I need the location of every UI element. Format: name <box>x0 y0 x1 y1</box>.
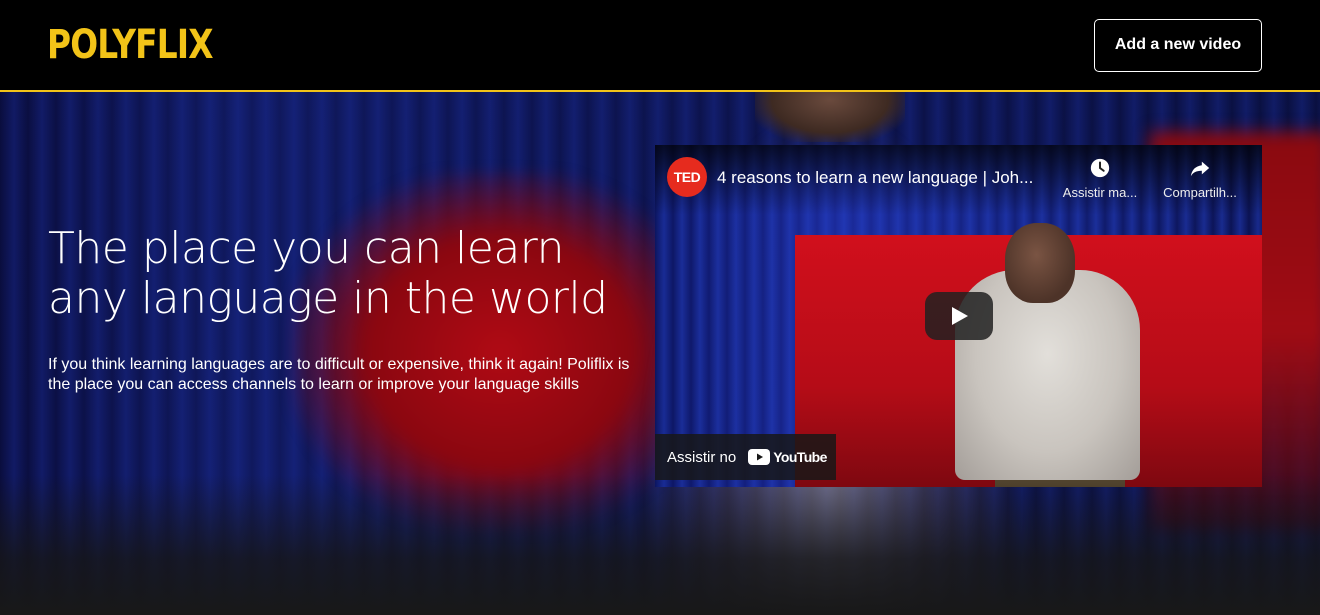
watch-on-youtube-button[interactable]: Assistir no YouTube <box>655 434 836 480</box>
play-button[interactable] <box>925 292 993 340</box>
youtube-play-icon <box>748 449 771 465</box>
share-button[interactable]: Compartilh... <box>1155 157 1245 200</box>
watch-later-button[interactable]: Assistir ma... <box>1055 157 1145 200</box>
video-title[interactable]: 4 reasons to learn a new language | Joh.… <box>717 168 1047 188</box>
play-icon <box>952 307 968 325</box>
hero-bottom-fade <box>0 475 1320 615</box>
hero-description: If you think learning languages are to d… <box>48 356 630 393</box>
clock-icon <box>1090 158 1110 178</box>
polyflix-logo[interactable]: POLYFLIX <box>47 25 214 65</box>
hero-headline: The place you can learn any language in … <box>48 223 608 324</box>
youtube-logo: YouTube <box>748 449 827 465</box>
site-header: POLYFLIX Add a new video <box>0 0 1320 92</box>
share-arrow-icon <box>1190 161 1210 177</box>
channel-logo[interactable]: TED <box>667 157 707 197</box>
hero-section: The place you can learn any language in … <box>0 92 1320 615</box>
watch-on-label: Assistir no <box>667 448 737 466</box>
video-thumbnail-speaker-head <box>1005 223 1075 303</box>
share-label: Compartilh... <box>1163 185 1237 200</box>
youtube-wordmark: YouTube <box>773 449 827 465</box>
watch-later-label: Assistir ma... <box>1062 185 1138 200</box>
hero-background-speaker-head <box>755 92 905 142</box>
add-new-video-button[interactable]: Add a new video <box>1094 18 1262 72</box>
youtube-video-embed[interactable]: TED 4 reasons to learn a new language | … <box>655 145 1262 487</box>
